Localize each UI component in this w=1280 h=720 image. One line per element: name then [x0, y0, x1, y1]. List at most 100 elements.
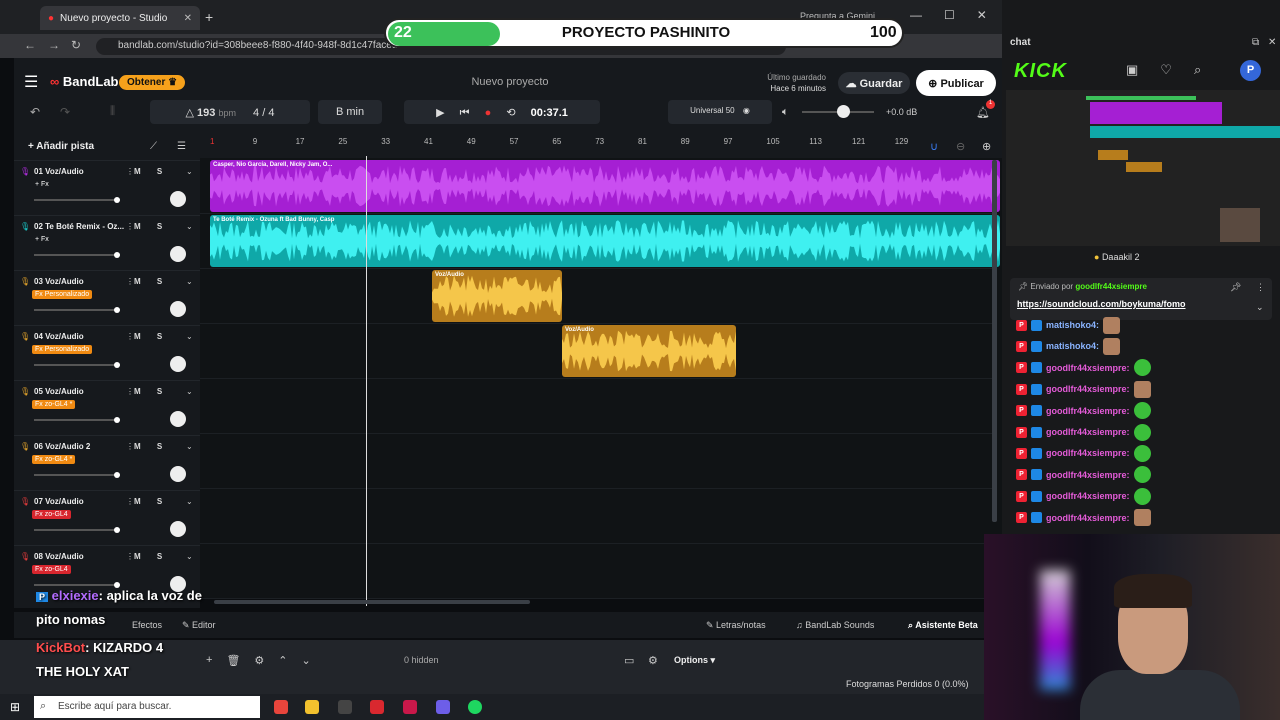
more-options-icon[interactable]: ⋮ [126, 387, 134, 396]
project-name[interactable]: Nuevo proyecto [440, 76, 580, 88]
bandlab-logo[interactable]: ∞ BandLab [50, 74, 119, 89]
app-icon[interactable] [370, 700, 384, 714]
chevron-down-icon[interactable]: ⌄ [186, 552, 193, 561]
heart-icon[interactable]: ♡ [1160, 62, 1172, 78]
track-header[interactable]: 🎙︎ 06 Voz/Audio 2 Fx zo-GL4 * M S ⌄ ⋮ [14, 435, 200, 489]
mute-solo-buttons[interactable]: M S [134, 387, 169, 396]
more-options-icon[interactable]: ⋮ [126, 497, 134, 506]
chrome-icon[interactable] [274, 700, 288, 714]
zoom-in-icon[interactable]: ⊕ [982, 140, 991, 153]
popout-icon[interactable]: ⧉ [1252, 37, 1259, 48]
more-options-icon[interactable]: ⋮ [126, 442, 134, 451]
unpin-icon[interactable]: 📌︎ [1230, 282, 1241, 293]
track-name[interactable]: 06 Voz/Audio 2 [34, 442, 90, 451]
chevron-down-icon[interactable]: ⌄ [186, 442, 193, 451]
track-volume-slider[interactable] [34, 307, 120, 313]
track-volume-handle[interactable] [114, 472, 120, 478]
chat-username[interactable]: goodlfr44xsiempre: [1046, 406, 1130, 416]
add-icon[interactable]: + [206, 654, 212, 667]
chat-message[interactable]: Pgoodlfr44xsiempre: [1016, 402, 1151, 420]
effects-tab[interactable]: Efectos [132, 620, 162, 630]
chat-username[interactable]: goodlfr44xsiempre: [1046, 513, 1130, 523]
pan-knob[interactable] [170, 191, 186, 207]
wand-icon[interactable]: ⟋ [150, 141, 157, 152]
track-volume-handle[interactable] [114, 527, 120, 533]
track-name[interactable]: 05 Voz/Audio [34, 387, 84, 396]
chat-message[interactable]: Pgoodlfr44xsiempre: [1016, 466, 1151, 484]
undo-icon[interactable]: ↶ [30, 105, 40, 119]
kick-logo[interactable]: KICK [1014, 60, 1067, 83]
track-lane[interactable] [200, 435, 996, 489]
chat-username[interactable]: goodlfr44xsiempre: [1046, 363, 1130, 373]
track-lane[interactable] [200, 490, 996, 544]
browser-tab[interactable]: ● Nuevo proyecto - Studio ✕ [40, 6, 200, 30]
reload-icon[interactable]: ↻ [71, 38, 81, 52]
minimize-icon[interactable]: — [910, 8, 922, 22]
playhead[interactable] [366, 156, 367, 606]
track-name[interactable]: 08 Voz/Audio [34, 552, 84, 561]
spotify-icon[interactable] [468, 700, 482, 714]
search-icon[interactable]: ⌕ [1194, 62, 1201, 78]
track-fx-badge[interactable]: Fx zo-GL4 [32, 510, 71, 519]
pinned-link[interactable]: https://soundcloud.com/boykuma/fomo [1017, 299, 1186, 309]
avatar[interactable]: P [1240, 60, 1261, 81]
save-button[interactable]: ☁ Guardar [838, 72, 910, 94]
publish-button[interactable]: ⊕ Publicar [916, 70, 996, 96]
track-header[interactable]: 🎙︎ 02 Te Boté Remix - Oz... + Fx M S ⌄ ⋮ [14, 215, 200, 269]
pan-knob[interactable] [170, 246, 186, 262]
mute-solo-buttons[interactable]: M S [134, 222, 169, 231]
track-volume-slider[interactable] [34, 527, 120, 533]
track-fx-badge[interactable]: Fx zo-GL4 [32, 565, 71, 574]
track-name[interactable]: 03 Voz/Audio [34, 277, 84, 286]
mixer-icon[interactable]: ⫼ [110, 105, 115, 118]
chevron-down-icon[interactable]: ⌄ [186, 222, 193, 231]
audio-clip[interactable]: Casper, Nio García, Darell, Nicky Jam, O… [210, 160, 1000, 212]
track-volume-handle[interactable] [114, 362, 120, 368]
back-icon[interactable]: ← [24, 38, 36, 52]
taskbar-search-input[interactable]: Escribe aquí para buscar. [34, 696, 260, 718]
master-volume-knob[interactable] [837, 105, 850, 118]
mute-solo-buttons[interactable]: M S [134, 332, 169, 341]
track-fx-badge[interactable]: Fx Personalizado [32, 290, 93, 299]
chevron-down-icon[interactable]: ⌄ [186, 277, 193, 286]
track-header[interactable]: 🎙︎ 03 Voz/Audio Fx Personalizado M S ⌄ ⋮ [14, 270, 200, 324]
more-options-icon[interactable]: ⋮ [126, 222, 134, 231]
pan-knob[interactable] [170, 466, 186, 482]
more-options-icon[interactable]: ⋮ [126, 552, 134, 561]
obs-icon[interactable] [338, 700, 352, 714]
more-options-icon[interactable]: ⋮ [126, 277, 134, 286]
chat-message[interactable]: Pgoodlfr44xsiempre: [1016, 423, 1151, 441]
track-fx-badge[interactable]: + Fx [32, 235, 52, 244]
track-volume-slider[interactable] [34, 252, 120, 258]
key-selector[interactable]: B min [318, 100, 382, 124]
chevron-down-icon[interactable]: ⌄ [186, 497, 193, 506]
track-lane[interactable] [200, 380, 996, 434]
horizontal-scrollbar[interactable] [214, 600, 530, 604]
chat-username[interactable]: matishoko4: [1046, 341, 1099, 351]
track-name[interactable]: 07 Voz/Audio [34, 497, 84, 506]
track-lane[interactable] [200, 270, 996, 324]
mute-solo-buttons[interactable]: M S [134, 167, 169, 176]
filter-icon[interactable]: ▭ [624, 654, 634, 667]
track-volume-slider[interactable] [34, 417, 120, 423]
toggle-switch-icon[interactable]: ◉ [743, 106, 750, 115]
close-tab-icon[interactable]: ✕ [184, 13, 192, 24]
discord-icon[interactable] [436, 700, 450, 714]
close-window-icon[interactable]: ✕ [977, 8, 987, 22]
audio-clip[interactable]: Te Boté Remix - Ozuna ft Bad Bunny, Casp [210, 215, 1000, 267]
gear-icon[interactable]: ⚙︎ [254, 654, 264, 667]
track-name[interactable]: 02 Te Boté Remix - Oz... [34, 222, 124, 231]
chat-message[interactable]: Pgoodlfr44xsiempre: [1016, 509, 1151, 527]
skip-back-icon[interactable]: ⏮ [460, 107, 470, 119]
chat-username[interactable]: goodlfr44xsiempre: [1046, 427, 1130, 437]
sounds-tab[interactable]: ♫ BandLab Sounds [796, 620, 874, 630]
chat-message[interactable]: Pmatishoko4: [1016, 316, 1121, 334]
chat-username[interactable]: goodlfr44xsiempre: [1046, 384, 1130, 394]
chat-username[interactable]: matishoko4: [1046, 320, 1099, 330]
chevron-down-icon[interactable]: ⌄ [302, 654, 311, 667]
track-fx-badge[interactable]: Fx zo-GL4 * [32, 400, 76, 409]
chevron-down-icon[interactable]: ⌄ [186, 332, 193, 341]
track-volume-slider[interactable] [34, 582, 120, 588]
windows-start-icon[interactable]: ⊞ [10, 700, 20, 714]
track-settings-icon[interactable]: ☰ [177, 141, 186, 152]
